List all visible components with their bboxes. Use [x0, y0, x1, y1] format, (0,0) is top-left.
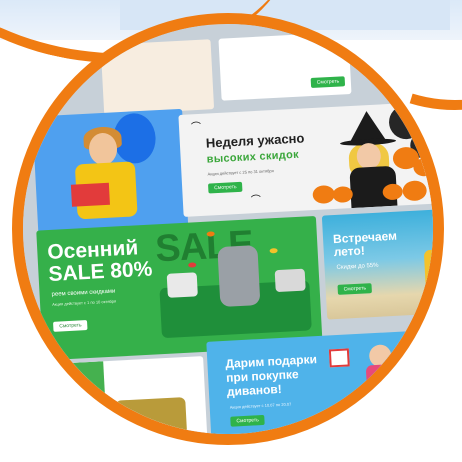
- sofa-image: [115, 397, 188, 434]
- gift-icon: [328, 348, 350, 368]
- gift-icon: [349, 393, 371, 413]
- kid-body: [365, 363, 398, 396]
- book-image: [70, 182, 110, 207]
- summer-button[interactable]: Смотреть: [337, 283, 373, 295]
- green-panel: [43, 361, 109, 434]
- pumpkin-image: [402, 180, 428, 202]
- banner-halloween: Неделя ужасно высоких скидок Акция дейст…: [178, 101, 433, 217]
- bat-icon: ⌒: [190, 121, 202, 134]
- bat-icon: ⌒: [250, 194, 262, 207]
- banner-top-left: [100, 39, 215, 115]
- banner-top-right-button[interactable]: Смотреть: [310, 76, 346, 89]
- gift-icon: [419, 349, 433, 369]
- pumpkin-image: [382, 183, 404, 201]
- autumn-button[interactable]: Смотреть: [53, 320, 88, 332]
- gift-icon: [409, 394, 431, 414]
- autumn-title: Осенний SALE 80%: [47, 236, 153, 286]
- autumn-note: Акция действует с 1 по 10 октября: [51, 298, 117, 307]
- halloween-note: Акция действует с 25 по 31 октября: [207, 168, 274, 177]
- magnifier-circle: Смотреть Неделя ужасно высоких скидок Ак…: [12, 13, 444, 445]
- banner-summer: Встречаем лето! Скидки до 55% Смотреть: [321, 208, 433, 320]
- pumpkin-image: [332, 185, 354, 204]
- banner-bottom-left: [43, 356, 209, 434]
- pillow-image: [166, 272, 198, 298]
- summer-title: Встречаем лето!: [333, 229, 398, 260]
- autumn-title-line2: SALE 80%: [47, 257, 153, 286]
- banner-gifts: Дарим подарки при покупке диванов! Акция…: [206, 328, 433, 434]
- gifts-button[interactable]: Смотреть: [230, 414, 266, 427]
- autumn-subtitle: реем своими скидками: [51, 288, 116, 298]
- halloween-subtitle: высоких скидок: [206, 148, 300, 166]
- summer-subtitle: Скидки до 55%: [336, 262, 379, 271]
- banner-top-right: Смотреть: [218, 31, 352, 101]
- chair-image: [423, 248, 433, 291]
- gifts-title: Дарим подарки при покупке диванов!: [225, 352, 319, 399]
- banner-collage: Смотреть Неделя ужасно высоких скидок Ак…: [23, 24, 433, 434]
- witch-hat: [348, 110, 386, 143]
- leaf-icon: [269, 247, 278, 254]
- pillow-image: [274, 268, 306, 293]
- gifts-note: Акция действует с 10.07 по 20.07: [229, 401, 292, 410]
- pumpkin-image: [412, 157, 433, 177]
- halloween-button[interactable]: Смотреть: [208, 181, 243, 194]
- summer-title-line2: лето!: [333, 243, 366, 260]
- halloween-title: Неделя ужасно: [205, 130, 305, 151]
- woman-image: [217, 245, 261, 308]
